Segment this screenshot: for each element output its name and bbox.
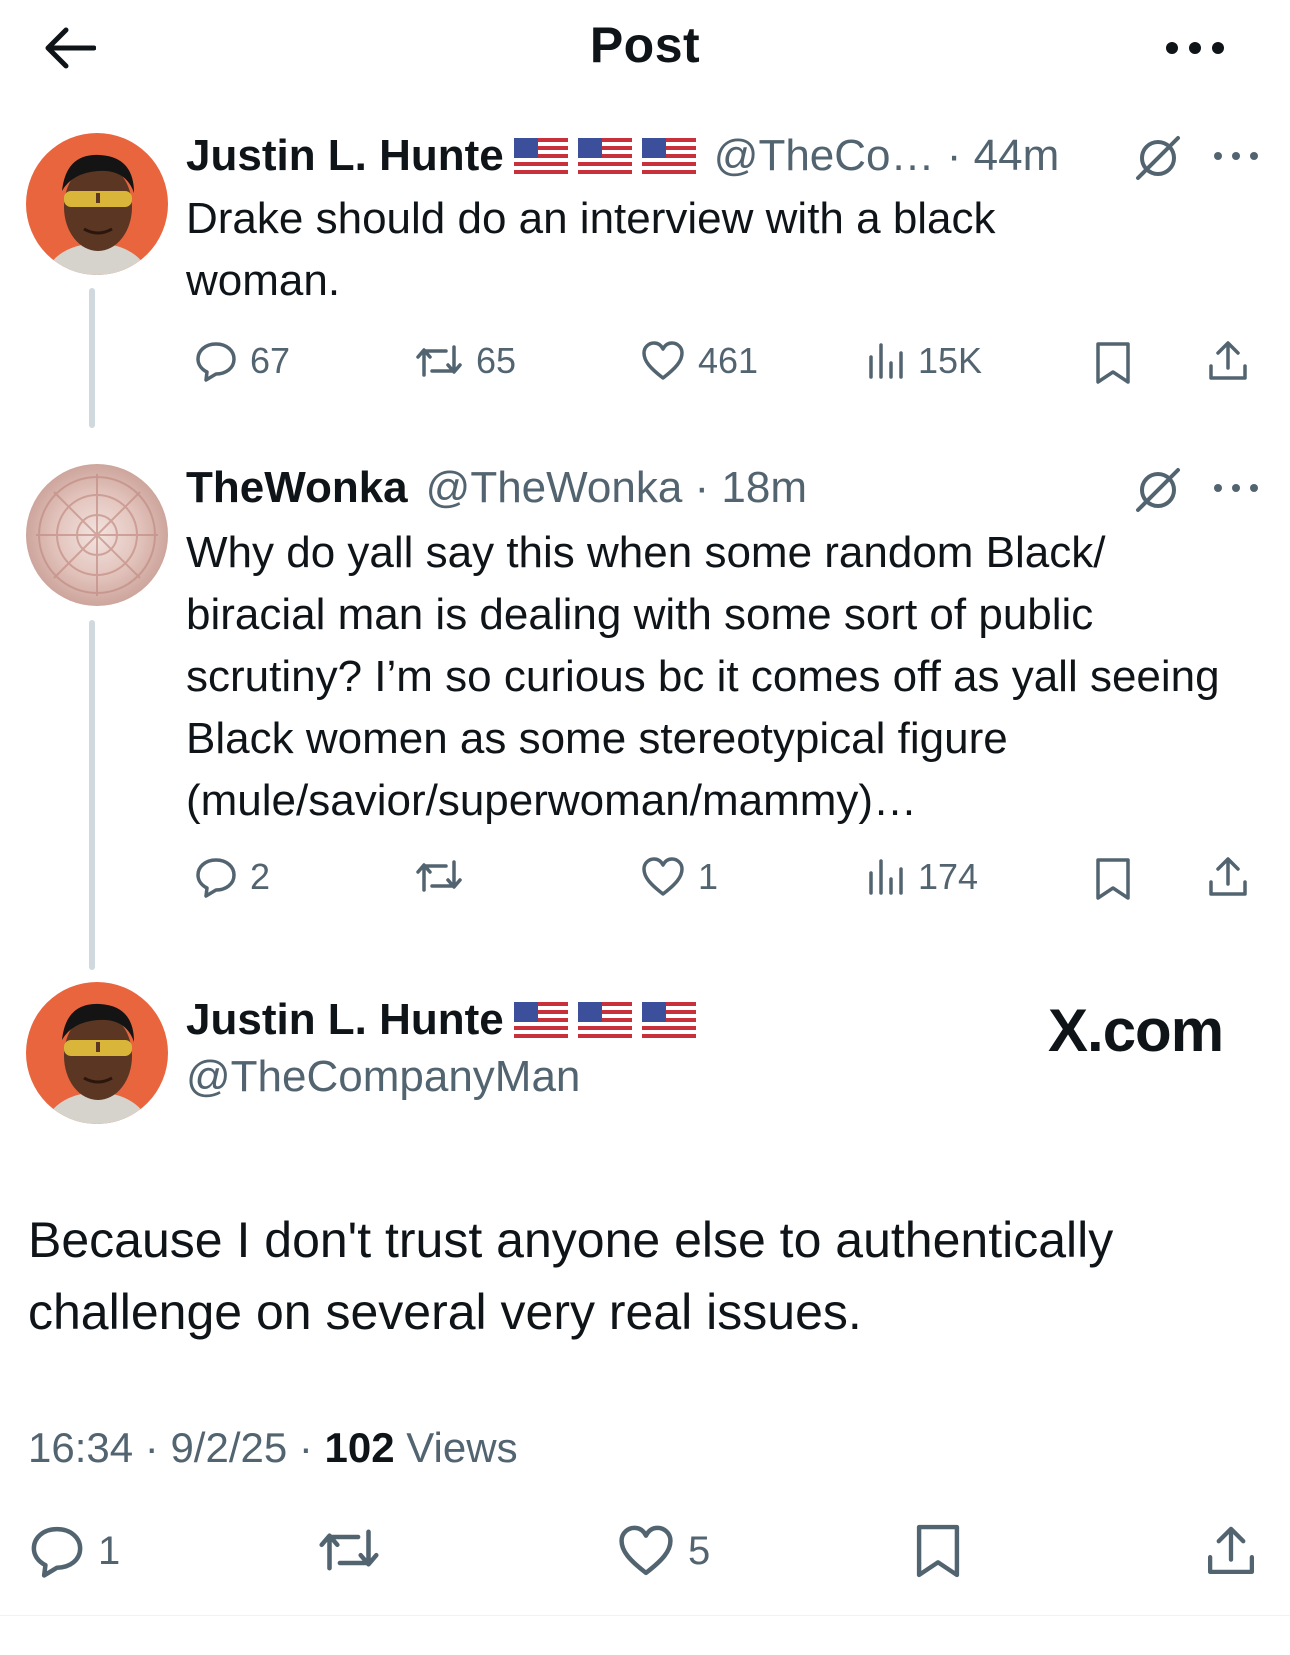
flag-us-icon [513, 138, 568, 174]
thread-line [89, 288, 95, 428]
separator: · [298, 1424, 325, 1471]
watermark: X.com [1048, 997, 1224, 1064]
timestamp[interactable]: 18m [721, 463, 807, 513]
separator: · [144, 1424, 171, 1471]
like-button[interactable]: 461 [640, 340, 758, 382]
like-icon [642, 857, 684, 896]
repost-icon [319, 1529, 379, 1571]
repost-button[interactable] [316, 1524, 394, 1576]
grok-icon [1136, 136, 1180, 180]
views-count: 174 [918, 856, 979, 897]
like-count: 1 [698, 856, 719, 897]
separator: · [682, 463, 722, 512]
like-icon [642, 341, 684, 380]
tweet-header: Justin L. Hunte @TheCo… · 44m [186, 126, 1286, 186]
views-button[interactable]: 15K [866, 340, 982, 382]
like-count: 5 [688, 1528, 711, 1573]
timestamp[interactable]: 44m [974, 131, 1060, 181]
like-count: 461 [698, 340, 759, 381]
handle[interactable]: @TheCompanyMan [186, 1052, 580, 1102]
avatar[interactable] [26, 982, 168, 1124]
more-options-button[interactable] [1162, 28, 1232, 68]
share-button[interactable] [1204, 1522, 1258, 1585]
share-button[interactable] [1206, 854, 1250, 905]
post-time[interactable]: 16:34 [28, 1424, 133, 1471]
like-button[interactable]: 1 [640, 856, 718, 898]
more-icon [1214, 484, 1258, 492]
views-count: 15K [918, 340, 983, 381]
bookmark-button[interactable] [914, 1522, 962, 1585]
thread-line [89, 620, 95, 970]
repost-icon [416, 860, 462, 892]
reply-button[interactable]: 1 [28, 1524, 120, 1578]
tweet-more-button[interactable] [1212, 478, 1260, 503]
handle[interactable]: @TheCo… [714, 131, 935, 181]
bookmark-icon [1096, 858, 1130, 900]
repost-count: 65 [476, 340, 517, 381]
grok-button[interactable] [1132, 132, 1184, 189]
views-icon [869, 343, 903, 379]
bookmark-button[interactable] [1094, 856, 1132, 907]
flag-us-icon [641, 138, 696, 174]
reply-button[interactable]: 2 [194, 856, 270, 898]
reply-button[interactable]: 67 [194, 340, 290, 382]
views-label: Views [406, 1424, 518, 1471]
avatar[interactable] [26, 133, 168, 275]
flag-us-icon [577, 1002, 632, 1038]
share-button[interactable] [1206, 338, 1250, 389]
bookmark-icon [916, 1524, 960, 1578]
post-date[interactable]: 9/2/25 [170, 1424, 287, 1471]
bookmark-icon [1096, 342, 1130, 384]
bookmark-button[interactable] [1094, 340, 1132, 391]
repost-button[interactable] [414, 856, 476, 896]
flag-us-icon [577, 138, 632, 174]
tweet-header: TheWonka @TheWonka · 18m [186, 458, 1186, 518]
repost-button[interactable]: 65 [414, 340, 516, 382]
reply-icon [196, 342, 236, 382]
page-title: Post [589, 17, 701, 73]
post-meta: 16:34 · 9/2/25 · 102 Views [28, 1424, 518, 1472]
reply-icon [31, 1526, 83, 1578]
grok-icon [1136, 468, 1180, 512]
reply-icon [196, 858, 236, 898]
avatar[interactable] [26, 464, 168, 606]
share-icon [1209, 341, 1247, 380]
divider [0, 1615, 1290, 1616]
views-icon [869, 859, 903, 895]
repost-icon [416, 345, 462, 377]
display-name[interactable]: TheWonka [186, 463, 408, 513]
share-icon [1207, 1526, 1255, 1575]
views-button[interactable]: 174 [866, 856, 978, 898]
flag-us-icon [513, 1002, 568, 1038]
flag-us-icon [641, 1002, 696, 1038]
like-icon [619, 1525, 673, 1576]
like-button[interactable]: 5 [616, 1524, 710, 1578]
tweet-text: Drake should do an interview with a blac… [186, 194, 996, 305]
reply-count: 1 [98, 1528, 121, 1573]
post-text: Because I don't trust anyone else to aut… [28, 1212, 1114, 1340]
share-icon [1209, 857, 1247, 896]
grok-button[interactable] [1132, 464, 1184, 521]
display-name[interactable]: Justin L. Hunte [186, 995, 504, 1045]
more-icon [1214, 152, 1258, 160]
reply-count: 2 [250, 856, 271, 897]
display-name[interactable]: Justin L. Hunte [186, 131, 504, 181]
tweet-text: Why do yall say this when some random Bl… [186, 528, 1220, 825]
handle[interactable]: @TheWonka [426, 463, 683, 513]
more-icon [1166, 42, 1224, 54]
views-count: 102 [324, 1424, 395, 1471]
separator: · [934, 131, 974, 180]
reply-count: 67 [250, 340, 291, 381]
main-author: Justin L. Hunte [186, 990, 696, 1050]
tweet-more-button[interactable] [1212, 146, 1260, 171]
